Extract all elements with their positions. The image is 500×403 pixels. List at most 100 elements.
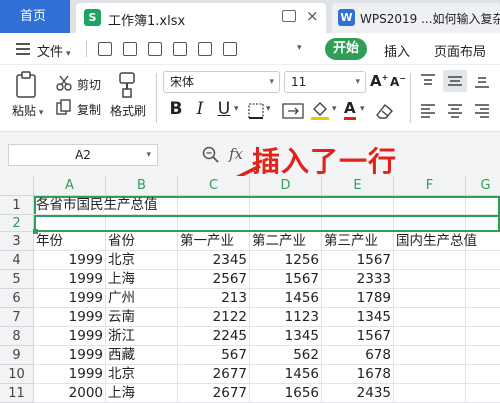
tab-workbook[interactable]: S 工作簿1.xlsx × (76, 3, 326, 33)
copy-icon[interactable] (56, 99, 72, 115)
fill-color-icon[interactable] (310, 99, 330, 121)
table-cell[interactable]: 1999 (34, 346, 106, 365)
table-cell[interactable] (466, 251, 500, 270)
table-cell[interactable]: 1567 (322, 327, 394, 346)
column-header-e[interactable]: E (322, 176, 394, 196)
table-cell[interactable] (394, 289, 466, 308)
table-cell[interactable]: 1789 (322, 289, 394, 308)
table-cell[interactable]: 1656 (250, 384, 322, 403)
format-painter-button[interactable]: 格式刷 (110, 102, 146, 119)
table-cell[interactable]: 2677 (178, 384, 250, 403)
column-header-c[interactable]: C (178, 176, 250, 196)
customize-quick-access-icon[interactable]: ▾ (297, 43, 302, 53)
table-cell[interactable]: 2000 (34, 384, 106, 403)
paste-button[interactable]: 粘贴 ▾ (12, 102, 43, 119)
table-cell[interactable]: 广州 (106, 289, 178, 308)
export-pdf-icon[interactable] (173, 42, 187, 56)
underline-button[interactable]: U (214, 98, 234, 120)
table-cell[interactable]: 云南 (106, 308, 178, 327)
spreadsheet-grid[interactable]: ABCDEFG 1 各省市国民生产总值 2 3 年份 省份 第一产业 第二产业 第三产业 国内生产… (0, 176, 500, 403)
close-tab-icon[interactable]: × (306, 7, 319, 25)
tab-insert[interactable]: 插入 (384, 41, 410, 60)
fill-handle[interactable] (33, 229, 38, 234)
table-cell[interactable] (466, 327, 500, 346)
table-cell[interactable] (394, 270, 466, 289)
row-header-4[interactable]: 4 (0, 251, 34, 270)
table-cell[interactable] (466, 365, 500, 384)
save-icon[interactable] (148, 42, 162, 56)
table-cell[interactable]: 1999 (34, 327, 106, 346)
table-cell[interactable]: 678 (322, 346, 394, 365)
increase-font-icon[interactable]: A+ (370, 72, 388, 90)
row-header-9[interactable]: 9 (0, 346, 34, 365)
table-cell[interactable]: 2345 (178, 251, 250, 270)
italic-button[interactable]: I (190, 98, 210, 120)
hamburger-menu-icon[interactable] (16, 43, 30, 55)
table-cell[interactable]: 1456 (250, 365, 322, 384)
align-bottom-icon[interactable] (474, 73, 490, 89)
print-preview-icon[interactable] (223, 42, 237, 56)
table-cell[interactable]: 1999 (34, 365, 106, 384)
row-header-8[interactable]: 8 (0, 327, 34, 346)
row-header-7[interactable]: 7 (0, 308, 34, 327)
table-cell[interactable]: 年份 (34, 232, 106, 251)
cut-button[interactable]: 剪切 (77, 76, 101, 93)
row-header-11[interactable]: 11 (0, 384, 34, 403)
table-cell[interactable]: 1256 (250, 251, 322, 270)
table-cell[interactable]: 213 (178, 289, 250, 308)
format-painter-icon[interactable] (117, 71, 137, 99)
monitor-icon[interactable] (282, 10, 296, 22)
scissors-icon[interactable] (56, 75, 72, 91)
chevron-down-icon[interactable]: ▾ (360, 104, 365, 114)
clear-format-icon[interactable] (374, 101, 396, 121)
column-header-g[interactable]: G (466, 176, 500, 196)
table-cell[interactable]: 2122 (178, 308, 250, 327)
table-cell[interactable]: 2333 (322, 270, 394, 289)
table-cell[interactable]: 1567 (322, 251, 394, 270)
row-header-2[interactable]: 2 (0, 215, 34, 232)
table-cell[interactable] (466, 270, 500, 289)
print-icon[interactable] (198, 42, 212, 56)
table-cell[interactable] (394, 346, 466, 365)
row-header-5[interactable]: 5 (0, 270, 34, 289)
chevron-down-icon[interactable]: ▾ (234, 104, 239, 114)
row-header-1[interactable]: 1 (0, 196, 34, 215)
column-header-b[interactable]: B (106, 176, 178, 196)
table-cell[interactable]: 第三产业 (322, 232, 394, 251)
tab-document[interactable]: W WPS2019 ...如何输入复杂 (332, 3, 500, 33)
table-cell[interactable] (466, 384, 500, 403)
row-header-3[interactable]: 3 (0, 232, 34, 251)
table-cell[interactable]: 上海 (106, 270, 178, 289)
tab-home[interactable]: 首页 (0, 0, 70, 33)
table-cell[interactable]: 1567 (250, 270, 322, 289)
table-cell[interactable]: 北京 (106, 251, 178, 270)
font-name-select[interactable]: 宋体 ▾ (163, 71, 280, 93)
table-cell[interactable]: 2677 (178, 365, 250, 384)
row-header-10[interactable]: 10 (0, 365, 34, 384)
table-cell[interactable]: 上海 (106, 384, 178, 403)
table-cell[interactable]: 2245 (178, 327, 250, 346)
tab-page-layout[interactable]: 页面布局 (434, 41, 486, 60)
tab-start[interactable]: 开始 (325, 38, 367, 60)
align-top-icon[interactable] (420, 73, 436, 89)
table-cell[interactable]: 2435 (322, 384, 394, 403)
select-all-corner[interactable] (0, 176, 34, 196)
table-cell[interactable] (394, 384, 466, 403)
table-cell[interactable]: 1123 (250, 308, 322, 327)
table-cell[interactable]: 各省市国民生产总值 (34, 196, 158, 215)
column-header-d[interactable]: D (250, 176, 322, 196)
table-cell[interactable]: 1999 (34, 270, 106, 289)
decrease-font-icon[interactable]: A− (390, 74, 406, 89)
align-middle-button[interactable] (443, 70, 467, 92)
table-cell[interactable]: 第二产业 (250, 232, 322, 251)
table-cell[interactable]: 1345 (250, 327, 322, 346)
table-cell[interactable]: 1999 (34, 289, 106, 308)
table-cell[interactable]: 国内生产总值 (394, 232, 477, 251)
open-folder-icon[interactable] (123, 42, 137, 56)
file-menu[interactable]: 文件 ▾ (37, 41, 71, 60)
table-cell[interactable]: 567 (178, 346, 250, 365)
table-cell[interactable]: 2567 (178, 270, 250, 289)
table-cell[interactable] (466, 346, 500, 365)
table-cell[interactable]: 1999 (34, 251, 106, 270)
font-color-icon[interactable]: A (344, 99, 356, 120)
